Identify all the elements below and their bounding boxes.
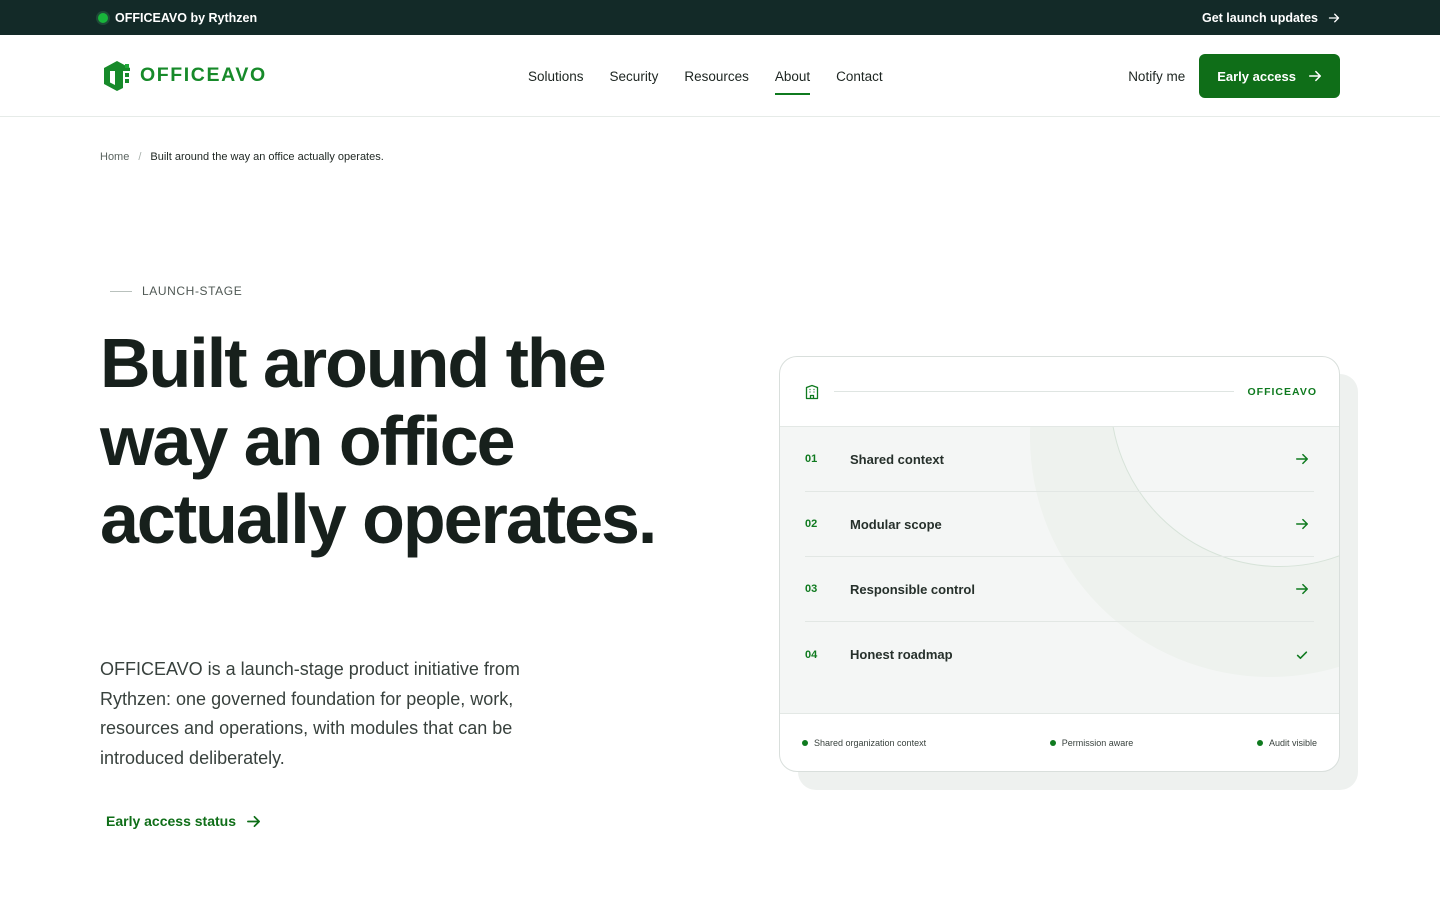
- logo-mark-icon: [104, 60, 130, 91]
- card-header: OFFICEAVO: [780, 357, 1339, 427]
- topbar-brand-label: OFFICEAVO by Rythzen: [115, 10, 258, 25]
- feature-number: 02: [805, 518, 818, 530]
- nav-about[interactable]: About: [774, 35, 811, 117]
- feature-list: 01 Shared context 02 Modular scope 03 Re…: [780, 427, 1339, 687]
- arrow-right-icon: [1296, 453, 1308, 465]
- early-access-button[interactable]: Early access: [1199, 54, 1340, 98]
- feature-row-modular-scope[interactable]: 02 Modular scope: [805, 492, 1314, 557]
- check-icon: [1296, 650, 1308, 659]
- arrow-right-icon: [1296, 518, 1308, 530]
- nav-security[interactable]: Security: [610, 35, 659, 117]
- hero-eyebrow: LAUNCH-STAGE: [110, 284, 242, 298]
- feature-number: 03: [805, 583, 818, 595]
- breadcrumb-current: Built around the way an office actually …: [150, 151, 384, 163]
- feature-row-responsible-control[interactable]: 03 Responsible control: [805, 557, 1314, 622]
- early-access-status-label: Early access status: [106, 813, 236, 829]
- logo-text: OFFICEAVO: [140, 64, 267, 86]
- breadcrumb: Home / Built around the way an office ac…: [100, 151, 384, 163]
- arrow-right-icon: [1328, 13, 1340, 22]
- breadcrumb-home[interactable]: Home: [100, 151, 129, 163]
- feature-row-honest-roadmap[interactable]: 04 Honest roadmap: [805, 622, 1314, 687]
- card-tag: OFFICEAVO: [1247, 385, 1317, 398]
- arrow-right-icon: [1308, 70, 1322, 82]
- logo[interactable]: OFFICEAVO: [100, 59, 267, 93]
- card-body: 01 Shared context 02 Modular scope 03 Re…: [780, 427, 1339, 714]
- main-nav: Solutions Security Resources About Conta…: [528, 35, 883, 117]
- nav-contact[interactable]: Contact: [836, 35, 883, 117]
- launch-updates-link[interactable]: Get launch updates: [1202, 11, 1340, 25]
- feature-label: Responsible control: [850, 581, 975, 597]
- breadcrumb-separator: /: [138, 151, 142, 163]
- early-access-label: Early access: [1217, 68, 1296, 84]
- announcement-bar: OFFICEAVO by Rythzen Get launch updates: [0, 0, 1440, 35]
- footer-badge: Shared organization context: [802, 738, 926, 748]
- page-title: Built around the way an office actually …: [100, 324, 657, 558]
- eyebrow-divider: [110, 290, 132, 292]
- eyebrow-label: LAUNCH-STAGE: [142, 284, 243, 298]
- topbar-brand: OFFICEAVO by Rythzen: [98, 11, 257, 25]
- card-footer: Shared organization context Permission a…: [780, 714, 1339, 771]
- building-icon: [805, 384, 819, 399]
- feature-card: OFFICEAVO 01 Shared context 02 Modular s…: [779, 356, 1340, 772]
- feature-row-shared-context[interactable]: 01 Shared context: [805, 427, 1314, 492]
- feature-number: 04: [805, 648, 818, 661]
- header-actions: Notify me Early access: [1128, 54, 1340, 98]
- feature-label: Modular scope: [850, 516, 942, 532]
- hero-description: OFFICEAVO is a launch-stage product init…: [100, 659, 520, 768]
- feature-label: Honest roadmap: [850, 647, 953, 662]
- site-header: OFFICEAVO Solutions Security Resources A…: [0, 35, 1440, 117]
- footer-badge: Audit visible: [1256, 738, 1317, 748]
- feature-label: Shared context: [850, 451, 944, 467]
- nav-solutions[interactable]: Solutions: [528, 35, 584, 117]
- bullet-dot-icon: [802, 740, 808, 746]
- launch-updates-label: Get launch updates: [1202, 10, 1318, 25]
- arrow-right-icon: [1296, 583, 1308, 595]
- footer-badge-label: Shared organization context: [814, 738, 927, 748]
- arrow-right-icon: [247, 815, 260, 827]
- feature-number: 01: [805, 453, 818, 465]
- bullet-dot-icon: [1049, 740, 1056, 746]
- card-header-rule: [834, 391, 1234, 392]
- status-dot-icon: [98, 12, 108, 23]
- bullet-dot-icon: [1256, 740, 1263, 746]
- notify-me-link[interactable]: Notify me: [1128, 69, 1185, 84]
- footer-badge-label: Audit visible: [1268, 738, 1317, 748]
- footer-badge: Permission aware: [1049, 738, 1134, 748]
- early-access-status-link[interactable]: Early access status: [106, 813, 261, 829]
- footer-badge-label: Permission aware: [1061, 738, 1134, 748]
- nav-resources[interactable]: Resources: [684, 35, 749, 117]
